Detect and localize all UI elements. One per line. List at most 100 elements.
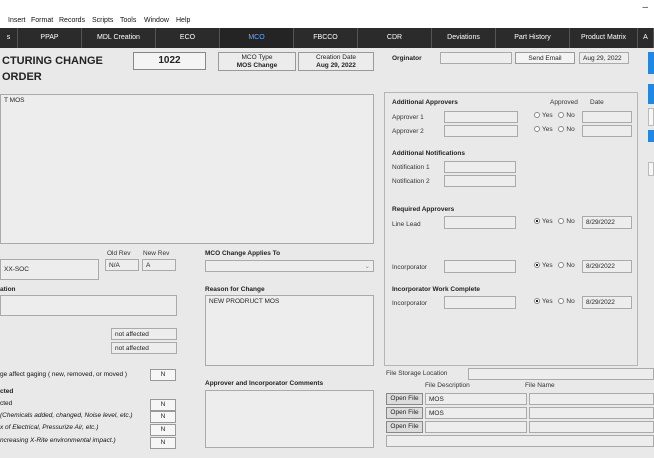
- incorporator-field[interactable]: [444, 260, 516, 273]
- checklist-field-3[interactable]: N: [150, 424, 176, 436]
- incorporator-date-field[interactable]: 8/29/2022: [582, 260, 632, 273]
- tab-ppap[interactable]: PPAP: [18, 28, 82, 48]
- notification2-label: Notification 2: [392, 178, 430, 185]
- file-description-field[interactable]: MOS: [425, 393, 527, 405]
- affected-field-1[interactable]: not affected: [111, 328, 177, 340]
- menu-insert[interactable]: Insert: [8, 17, 26, 24]
- required-approvers-heading: Required Approvers: [392, 206, 455, 213]
- side-button-4[interactable]: [648, 130, 654, 142]
- side-button-2[interactable]: [648, 84, 654, 104]
- checklist-field-4[interactable]: N: [150, 437, 176, 449]
- menu-tools[interactable]: Tools: [120, 17, 136, 24]
- notification2-field[interactable]: [444, 175, 516, 187]
- tab-fbcco[interactable]: FBCCO: [294, 28, 358, 48]
- notification1-label: Notification 1: [392, 164, 430, 171]
- approver1-no-radio[interactable]: [558, 112, 565, 118]
- mco-number: 1022: [133, 52, 206, 70]
- tab-partial-right[interactable]: A: [638, 28, 654, 48]
- applies-to-select[interactable]: ⌄: [205, 260, 374, 272]
- reason-field[interactable]: NEW PRODRUCT MOS: [205, 295, 374, 366]
- work-no-radio[interactable]: [558, 298, 565, 304]
- tab-mco[interactable]: MCO: [220, 28, 294, 48]
- gaging-field[interactable]: N: [150, 369, 176, 381]
- incorporator-no-radio[interactable]: [558, 262, 565, 268]
- mco-type-value: MOS Change: [236, 62, 278, 69]
- work-incorporator-field[interactable]: [444, 296, 516, 309]
- menu-scripts[interactable]: Scripts: [92, 17, 113, 24]
- menu-format[interactable]: Format: [31, 17, 53, 24]
- file-storage-field[interactable]: [468, 368, 654, 380]
- affected-field-2[interactable]: not affected: [111, 342, 177, 354]
- applies-to-label: MCO Change Applies To: [205, 250, 281, 257]
- work-incorporator-label: Incorporator: [392, 300, 428, 307]
- send-date-field[interactable]: Aug 29, 2022: [579, 52, 629, 64]
- approver1-date-field[interactable]: [582, 111, 632, 123]
- page-title: CTURING CHANGE ORDER: [2, 55, 103, 83]
- old-rev-label: Old Rev: [107, 250, 131, 257]
- tab-part-history[interactable]: Part History: [496, 28, 570, 48]
- tab-cdr[interactable]: CDR: [358, 28, 432, 48]
- file-name-field[interactable]: [529, 407, 654, 419]
- file-list-extra-row[interactable]: [386, 435, 654, 447]
- tab-partial[interactable]: s: [0, 28, 18, 48]
- tab-product-matrix[interactable]: Product Matrix: [570, 28, 638, 48]
- originator-field[interactable]: [440, 52, 512, 64]
- file-name-field[interactable]: [529, 393, 654, 405]
- comments-label: Approver and Incorporator Comments: [205, 380, 324, 387]
- checklist-label-2: (Chemicals added, changed, Noise level, …: [0, 412, 133, 419]
- yes-label: Yes: [542, 262, 553, 269]
- tab-deviations[interactable]: Deviations: [432, 28, 496, 48]
- tab-eco[interactable]: ECO: [156, 28, 220, 48]
- approver2-date-field[interactable]: [582, 125, 632, 137]
- part-number-field[interactable]: XX-SOC: [0, 259, 99, 280]
- description-field[interactable]: T MOS: [0, 94, 374, 244]
- menu-bar: Insert Format Records Scripts Tools Wind…: [0, 14, 654, 28]
- approver1-field[interactable]: [444, 111, 518, 123]
- approver1-yes-radio[interactable]: [534, 112, 540, 118]
- creation-date-box: Creation Date Aug 29, 2022: [298, 52, 374, 71]
- incorporator-radio-group: Yes No: [534, 262, 575, 269]
- yes-label: Yes: [542, 218, 553, 225]
- yes-label: Yes: [542, 298, 553, 305]
- send-email-button[interactable]: Send Email: [515, 52, 575, 64]
- new-rev-field[interactable]: A: [142, 259, 176, 271]
- open-file-button[interactable]: Open File: [386, 393, 423, 405]
- old-rev-field[interactable]: N/A: [105, 259, 139, 271]
- checklist-field-1[interactable]: N: [150, 399, 176, 411]
- additional-approvers-heading: Additional Approvers: [392, 99, 458, 106]
- tab-mdl-creation[interactable]: MDL Creation: [82, 28, 156, 48]
- location-field[interactable]: [0, 295, 177, 316]
- open-file-button[interactable]: Open File: [386, 421, 423, 433]
- work-yes-radio[interactable]: [534, 298, 540, 304]
- menu-window[interactable]: Window: [144, 17, 169, 24]
- side-button-1[interactable]: [648, 52, 654, 74]
- line-lead-date-field[interactable]: 8/29/2022: [582, 216, 632, 229]
- line-lead-yes-radio[interactable]: [534, 218, 540, 224]
- no-label: No: [566, 262, 575, 269]
- file-description-field[interactable]: [425, 421, 527, 433]
- mco-type-box[interactable]: MCO Type MOS Change: [218, 52, 296, 71]
- checklist-field-2[interactable]: N: [150, 411, 176, 423]
- open-file-button[interactable]: Open File: [386, 407, 423, 419]
- side-button-5[interactable]: [648, 162, 654, 176]
- incorporator-yes-radio[interactable]: [534, 262, 540, 268]
- approver2-yes-radio[interactable]: [534, 126, 540, 132]
- minimize-button[interactable]: –: [642, 2, 648, 13]
- file-name-field[interactable]: [529, 421, 654, 433]
- menu-help[interactable]: Help: [176, 17, 190, 24]
- checklist-heading: cted: [0, 388, 14, 395]
- notification1-field[interactable]: [444, 161, 516, 173]
- side-button-3[interactable]: [648, 108, 654, 126]
- line-lead-field[interactable]: [444, 216, 516, 229]
- comments-field[interactable]: [205, 390, 374, 448]
- chevron-down-icon: ⌄: [364, 263, 370, 270]
- approver2-radio-group: Yes No: [534, 126, 575, 133]
- checklist-label-1: cted: [0, 400, 13, 407]
- menu-records[interactable]: Records: [59, 17, 85, 24]
- approver2-no-radio[interactable]: [558, 126, 565, 132]
- file-description-field[interactable]: MOS: [425, 407, 527, 419]
- work-date-field[interactable]: 8/29/2022: [582, 296, 632, 309]
- approver2-field[interactable]: [444, 125, 518, 137]
- line-lead-no-radio[interactable]: [558, 218, 565, 224]
- incorporator-label: Incorporator: [392, 264, 428, 271]
